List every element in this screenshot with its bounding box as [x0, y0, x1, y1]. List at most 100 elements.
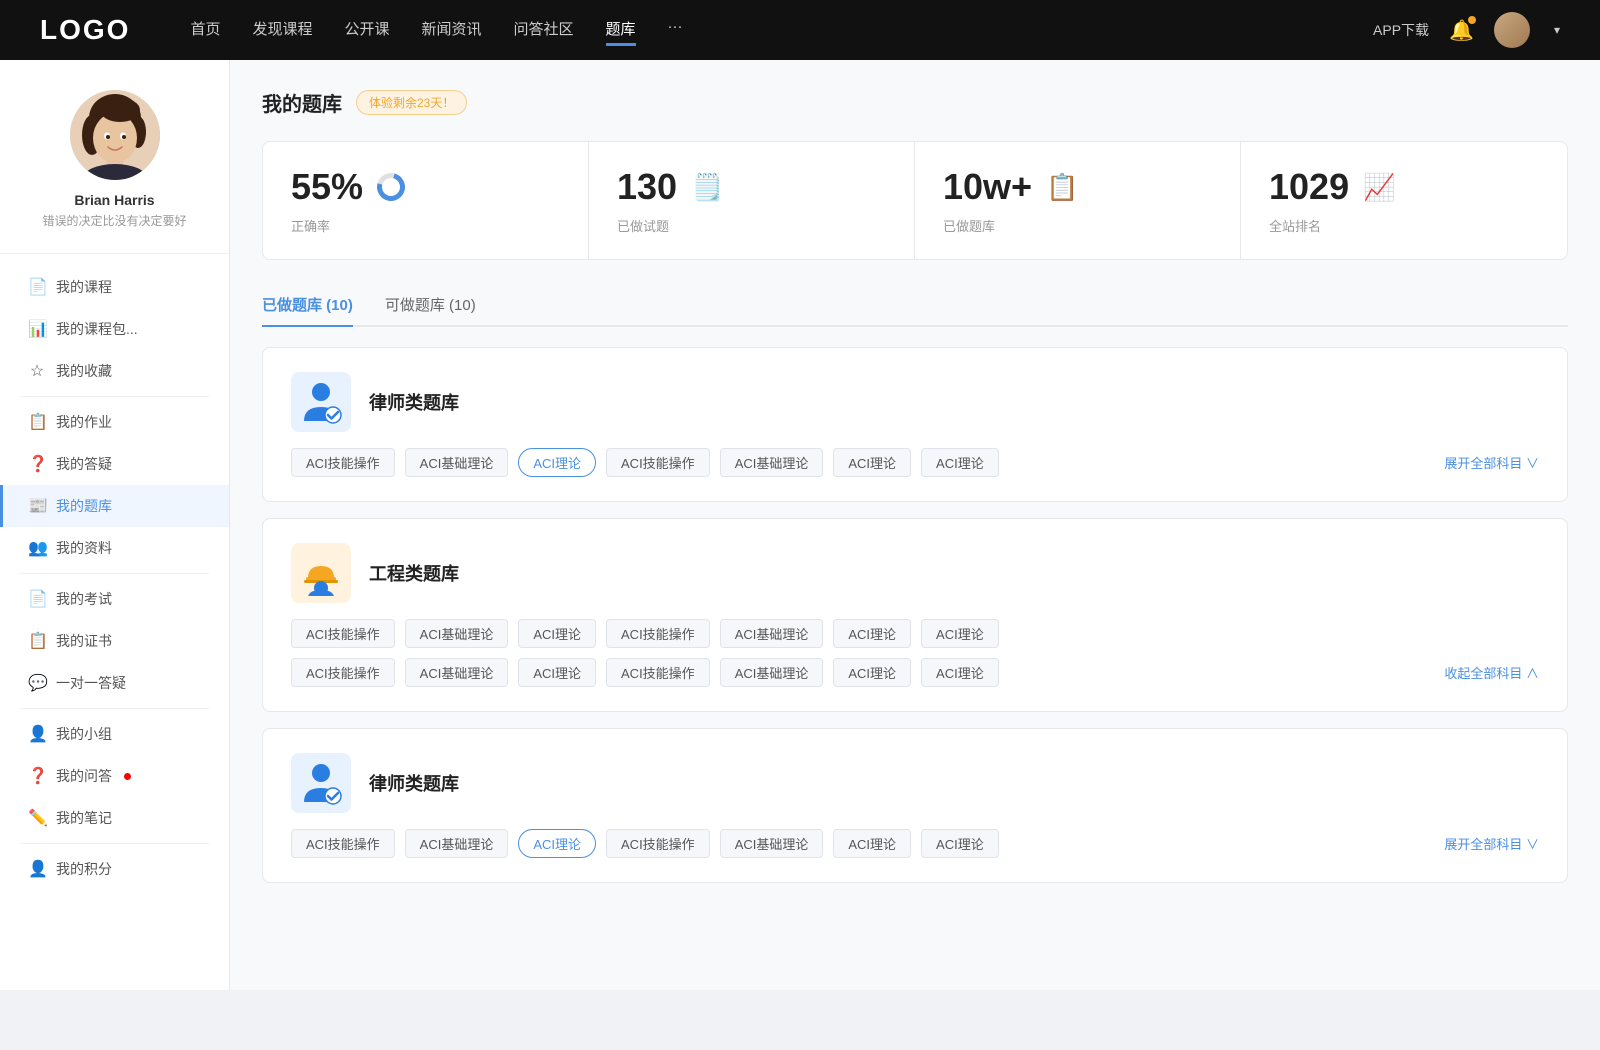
questions-icon: 🗒️: [691, 172, 723, 203]
nav-qa[interactable]: 问答社区: [514, 14, 574, 46]
sidebar-item-favorites[interactable]: ☆ 我的收藏: [0, 350, 229, 392]
tag-item[interactable]: ACI技能操作: [606, 829, 710, 858]
tag-item[interactable]: ACI基础理论: [720, 658, 824, 687]
tag-item[interactable]: ACI基础理论: [720, 829, 824, 858]
stat-accuracy: 55% 正确率: [263, 142, 589, 259]
tag-item[interactable]: ACI理论: [833, 658, 911, 687]
tab-done[interactable]: 已做题库 (10): [262, 284, 353, 325]
sidebar: Brian Harris 错误的决定比没有决定要好 📄 我的课程 📊 我的课程包…: [0, 60, 230, 990]
certificate-icon: 📋: [28, 631, 46, 651]
logo: LOGO: [40, 14, 130, 46]
exam-icon: 📄: [28, 589, 46, 609]
sidebar-item-question-bank[interactable]: 📰 我的题库: [0, 485, 229, 527]
sidebar-item-group[interactable]: 👤 我的小组: [0, 713, 229, 755]
sidebar-divider-4: [20, 843, 209, 844]
group-icon: 👤: [28, 724, 46, 744]
sidebar-item-certificate[interactable]: 📋 我的证书: [0, 620, 229, 662]
star-icon: ☆: [28, 361, 46, 381]
stats-row: 55% 正确率 130 🗒️ 已做试题 10w+ 📋 已做题库: [262, 141, 1568, 260]
nav-discover[interactable]: 发现课程: [252, 14, 312, 46]
bank-card-lawyer-1-header: 律师类题库: [291, 372, 1539, 432]
nav-home[interactable]: 首页: [190, 14, 220, 46]
nav-open-course[interactable]: 公开课: [344, 14, 389, 46]
tag-item[interactable]: ACI技能操作: [606, 619, 710, 648]
page-title: 我的题库: [262, 88, 342, 117]
nav-question-bank[interactable]: 题库: [606, 14, 636, 46]
banks-label: 已做题库: [943, 216, 1212, 235]
app-download-button[interactable]: APP下载: [1373, 20, 1429, 40]
tag-item[interactable]: ACI技能操作: [291, 619, 395, 648]
expand-lawyer-1[interactable]: 展开全部科目 ∨: [1444, 453, 1539, 472]
tag-item[interactable]: ACI基础理论: [720, 448, 824, 477]
tag-item[interactable]: ACI理论: [833, 448, 911, 477]
stat-top-banks: 10w+ 📋: [943, 166, 1212, 208]
homework-icon: 📋: [28, 412, 46, 432]
bank-card-lawyer-2-header: 律师类题库: [291, 753, 1539, 813]
tag-item[interactable]: ACI基础理论: [405, 448, 509, 477]
tag-item[interactable]: ACI理论: [921, 829, 999, 858]
one-on-one-icon: 💬: [28, 673, 46, 693]
nav-more[interactable]: ···: [668, 14, 683, 46]
sidebar-username: Brian Harris: [74, 192, 154, 208]
banks-icon: 📋: [1046, 172, 1078, 203]
points-icon: 👤: [28, 859, 46, 879]
sidebar-item-points[interactable]: 👤 我的积分: [0, 848, 229, 890]
tab-available[interactable]: 可做题库 (10): [385, 284, 476, 325]
expand-lawyer-2[interactable]: 展开全部科目 ∨: [1444, 834, 1539, 853]
notes-icon: ✏️: [28, 808, 46, 828]
sidebar-item-qa[interactable]: ❓ 我的答疑: [0, 443, 229, 485]
tag-item[interactable]: ACI理论: [833, 619, 911, 648]
questions-label: 已做试题: [617, 216, 886, 235]
notification-dot: [1468, 16, 1476, 24]
notification-bell[interactable]: 🔔: [1449, 18, 1474, 43]
sidebar-profile: Brian Harris 错误的决定比没有决定要好: [0, 90, 229, 254]
bank-card-engineer-header: 工程类题库: [291, 543, 1539, 603]
sidebar-item-my-course[interactable]: 📄 我的课程: [0, 266, 229, 308]
accuracy-label: 正确率: [291, 216, 560, 235]
sidebar-menu: 📄 我的课程 📊 我的课程包... ☆ 我的收藏 📋 我的作业 ❓ 我的答疑 �: [0, 254, 229, 902]
sidebar-item-notes[interactable]: ✏️ 我的笔记: [0, 797, 229, 839]
page-header: 我的题库 体验剩余23天！: [262, 88, 1568, 117]
tag-item[interactable]: ACI技能操作: [291, 448, 395, 477]
sidebar-item-one-on-one[interactable]: 💬 一对一答疑: [0, 662, 229, 704]
tag-item[interactable]: ACI理论: [833, 829, 911, 858]
sidebar-item-my-qa[interactable]: ❓ 我的问答: [0, 755, 229, 797]
lawyer-bank-icon-2: [291, 753, 351, 813]
tag-item[interactable]: ACI技能操作: [291, 658, 395, 687]
tag-item[interactable]: ACI基础理论: [405, 619, 509, 648]
my-qa-icon: ❓: [28, 766, 46, 786]
tag-item[interactable]: ACI理论: [921, 619, 999, 648]
stat-top-accuracy: 55%: [291, 166, 560, 208]
tag-item[interactable]: ACI基础理论: [405, 829, 509, 858]
user-menu-chevron[interactable]: ▾: [1554, 23, 1560, 37]
user-avatar[interactable]: [1494, 12, 1530, 48]
tag-item[interactable]: ACI基础理论: [720, 619, 824, 648]
rank-icon: 📈: [1363, 172, 1395, 203]
nav-news[interactable]: 新闻资讯: [422, 14, 482, 46]
sidebar-item-course-package[interactable]: 📊 我的课程包...: [0, 308, 229, 350]
tag-item[interactable]: ACI基础理论: [405, 658, 509, 687]
sidebar-divider-3: [20, 708, 209, 709]
main-content: 我的题库 体验剩余23天！ 55% 正确率 130 🗒️ 已做试题: [230, 60, 1600, 990]
bank-tabs: 已做题库 (10) 可做题库 (10): [262, 284, 1568, 327]
sidebar-item-homework[interactable]: 📋 我的作业: [0, 401, 229, 443]
main-layout: Brian Harris 错误的决定比没有决定要好 📄 我的课程 📊 我的课程包…: [0, 60, 1600, 990]
stat-questions-done: 130 🗒️ 已做试题: [589, 142, 915, 259]
tag-item[interactable]: ACI理论: [518, 658, 596, 687]
tag-item[interactable]: ACI理论: [518, 619, 596, 648]
sidebar-item-my-data[interactable]: 👥 我的资料: [0, 527, 229, 569]
tag-item[interactable]: ACI技能操作: [606, 658, 710, 687]
sidebar-divider-1: [20, 396, 209, 397]
tag-item-active[interactable]: ACI理论: [518, 448, 596, 477]
sidebar-item-exam[interactable]: 📄 我的考试: [0, 578, 229, 620]
tag-item-active[interactable]: ACI理论: [518, 829, 596, 858]
tag-item[interactable]: ACI技能操作: [291, 829, 395, 858]
tag-item[interactable]: ACI技能操作: [606, 448, 710, 477]
bank-engineer-tags-1: ACI技能操作 ACI基础理论 ACI理论 ACI技能操作 ACI基础理论 AC…: [291, 619, 1539, 648]
tag-item[interactable]: ACI理论: [921, 448, 999, 477]
collapse-engineer[interactable]: 收起全部科目 ∧: [1444, 663, 1539, 682]
course-icon: 📄: [28, 277, 46, 297]
engineer-bank-icon: [291, 543, 351, 603]
question-bank-icon: 📰: [28, 496, 46, 516]
tag-item[interactable]: ACI理论: [921, 658, 999, 687]
